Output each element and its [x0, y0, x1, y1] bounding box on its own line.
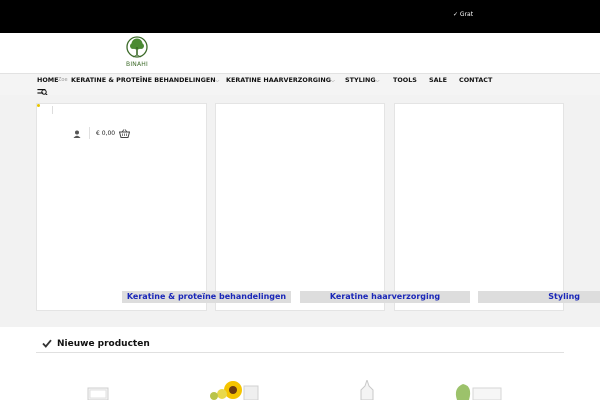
tree-logo-icon — [126, 36, 148, 58]
nav-item-sale[interactable]: SALE — [429, 76, 447, 85]
chevron-down-icon: ⌵ — [215, 78, 220, 84]
notification-dot — [37, 104, 40, 107]
nav-item-tools[interactable]: TOOLS — [393, 76, 417, 85]
nav-item-home[interactable]: HOME — [37, 76, 59, 85]
section-title: Nieuwe producten — [57, 339, 150, 349]
product-image-bottle[interactable] — [353, 380, 381, 400]
header — [0, 33, 600, 73]
nav-item-keratine-proteine[interactable]: KERATINE & PROTEÏNE BEHANDELINGEN⌵ — [71, 76, 219, 86]
header-divider — [89, 127, 90, 139]
chevron-down-icon: ⌵ — [330, 78, 335, 84]
product-image-box[interactable] — [447, 380, 503, 400]
cart-total[interactable]: € 0,00 — [96, 130, 115, 138]
search-placeholder: Zoe — [58, 77, 68, 83]
cart-basket-icon[interactable] — [119, 129, 130, 138]
divider — [52, 106, 53, 114]
top-bar: ✓ Grat — [0, 0, 600, 33]
category-tile-keratine-haarverzorging[interactable] — [215, 103, 385, 311]
category-link-keratine-haarverzorging[interactable]: Keratine haarverzorging — [300, 291, 470, 303]
site-logo[interactable]: BINAHI — [124, 36, 150, 70]
nav-item-contact[interactable]: CONTACT — [459, 76, 492, 85]
promo-text: ✓ Grat — [453, 11, 474, 18]
user-account-icon[interactable] — [73, 130, 81, 138]
product-image-jar[interactable] — [86, 374, 110, 400]
checkmark-icon — [42, 339, 52, 348]
category-link-styling[interactable]: Styling — [478, 291, 600, 303]
nav-item-keratine-haarverzorging[interactable]: KERATINE HAARVERZORGING⌵ — [226, 76, 335, 86]
section-new-products: Nieuwe producten — [36, 337, 564, 353]
product-image-sunflower[interactable] — [200, 380, 260, 400]
main-nav: HOME Zoe KERATINE & PROTEÏNE BEHANDELING… — [0, 73, 600, 97]
category-tile-styling[interactable] — [394, 103, 564, 311]
logo-text: BINAHI — [126, 61, 148, 68]
nav-item-styling[interactable]: STYLING⌵ — [345, 76, 379, 86]
category-link-keratine-proteine[interactable]: Keratine & proteïne behandelingen — [122, 291, 291, 303]
chevron-down-icon: ⌵ — [375, 78, 380, 84]
